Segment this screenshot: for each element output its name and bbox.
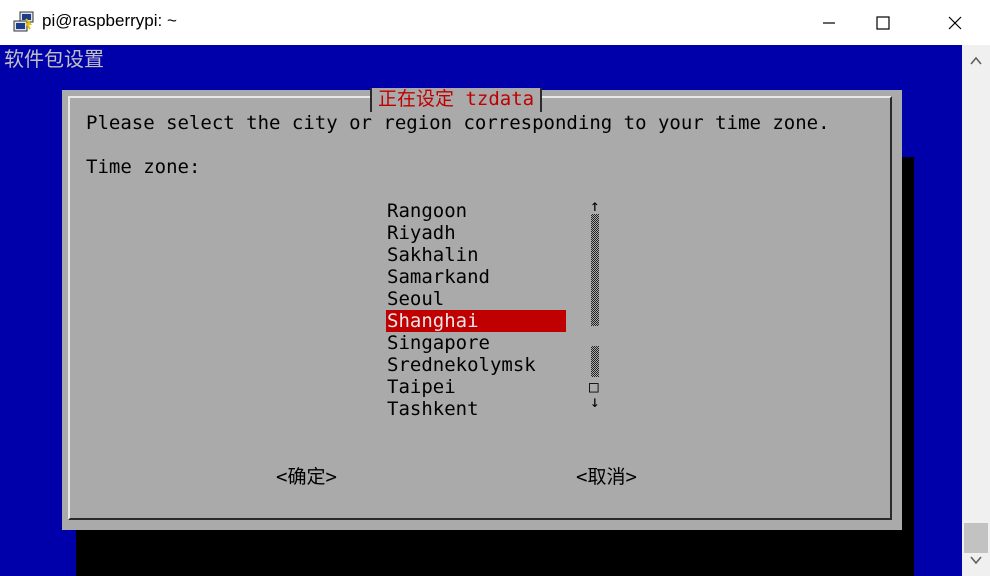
close-button[interactable] [932,0,978,45]
minimize-button[interactable] [806,0,852,45]
maximize-button[interactable] [860,0,906,45]
maximize-icon [876,15,890,30]
dialog-prompt: Please select the city or region corresp… [86,112,830,134]
title-bar: pi@raspberrypi: ~ [0,0,990,45]
scroll-down-arrow-icon[interactable] [962,546,990,574]
window-scrollbar[interactable] [962,45,990,576]
backtitle: 软件包设置 [4,47,104,71]
scroll-up-arrow-icon[interactable] [962,47,990,75]
tzdata-dialog: 正在设定 tzdata Please select the city or re… [62,88,902,530]
minimize-icon [823,21,835,24]
cancel-button[interactable]: <取消> [576,462,637,489]
ok-button[interactable]: <确定> [276,462,337,489]
scroll-down-icon[interactable]: ↓ [590,392,600,411]
time-zone-label: Time zone: [86,156,201,178]
list-item[interactable]: Riyadh [386,222,566,244]
list-item[interactable]: Singapore [386,332,566,354]
putty-icon [13,11,34,32]
list-item[interactable]: Rangoon [386,200,566,222]
list-item[interactable]: Tashkent [386,398,566,420]
list-item-selected[interactable]: Shanghai [386,310,566,332]
list-item[interactable]: Taipei [386,376,566,398]
terminal-area[interactable]: 软件包设置 正在设定 tzdata Please select the city… [0,45,962,576]
list-item[interactable]: Sakhalin [386,244,566,266]
scroll-up-icon[interactable]: ↑ [590,196,600,215]
time-zone-list[interactable]: Rangoon Riyadh Sakhalin Samarkand Seoul … [386,200,566,420]
list-item[interactable]: Seoul [386,288,566,310]
close-icon [948,16,962,29]
window-title: pi@raspberrypi: ~ [42,11,177,30]
dialog-title: 正在设定 tzdata [370,88,543,112]
list-item[interactable]: Samarkand [386,266,566,288]
list-item[interactable]: Srednekolymsk [386,354,566,376]
